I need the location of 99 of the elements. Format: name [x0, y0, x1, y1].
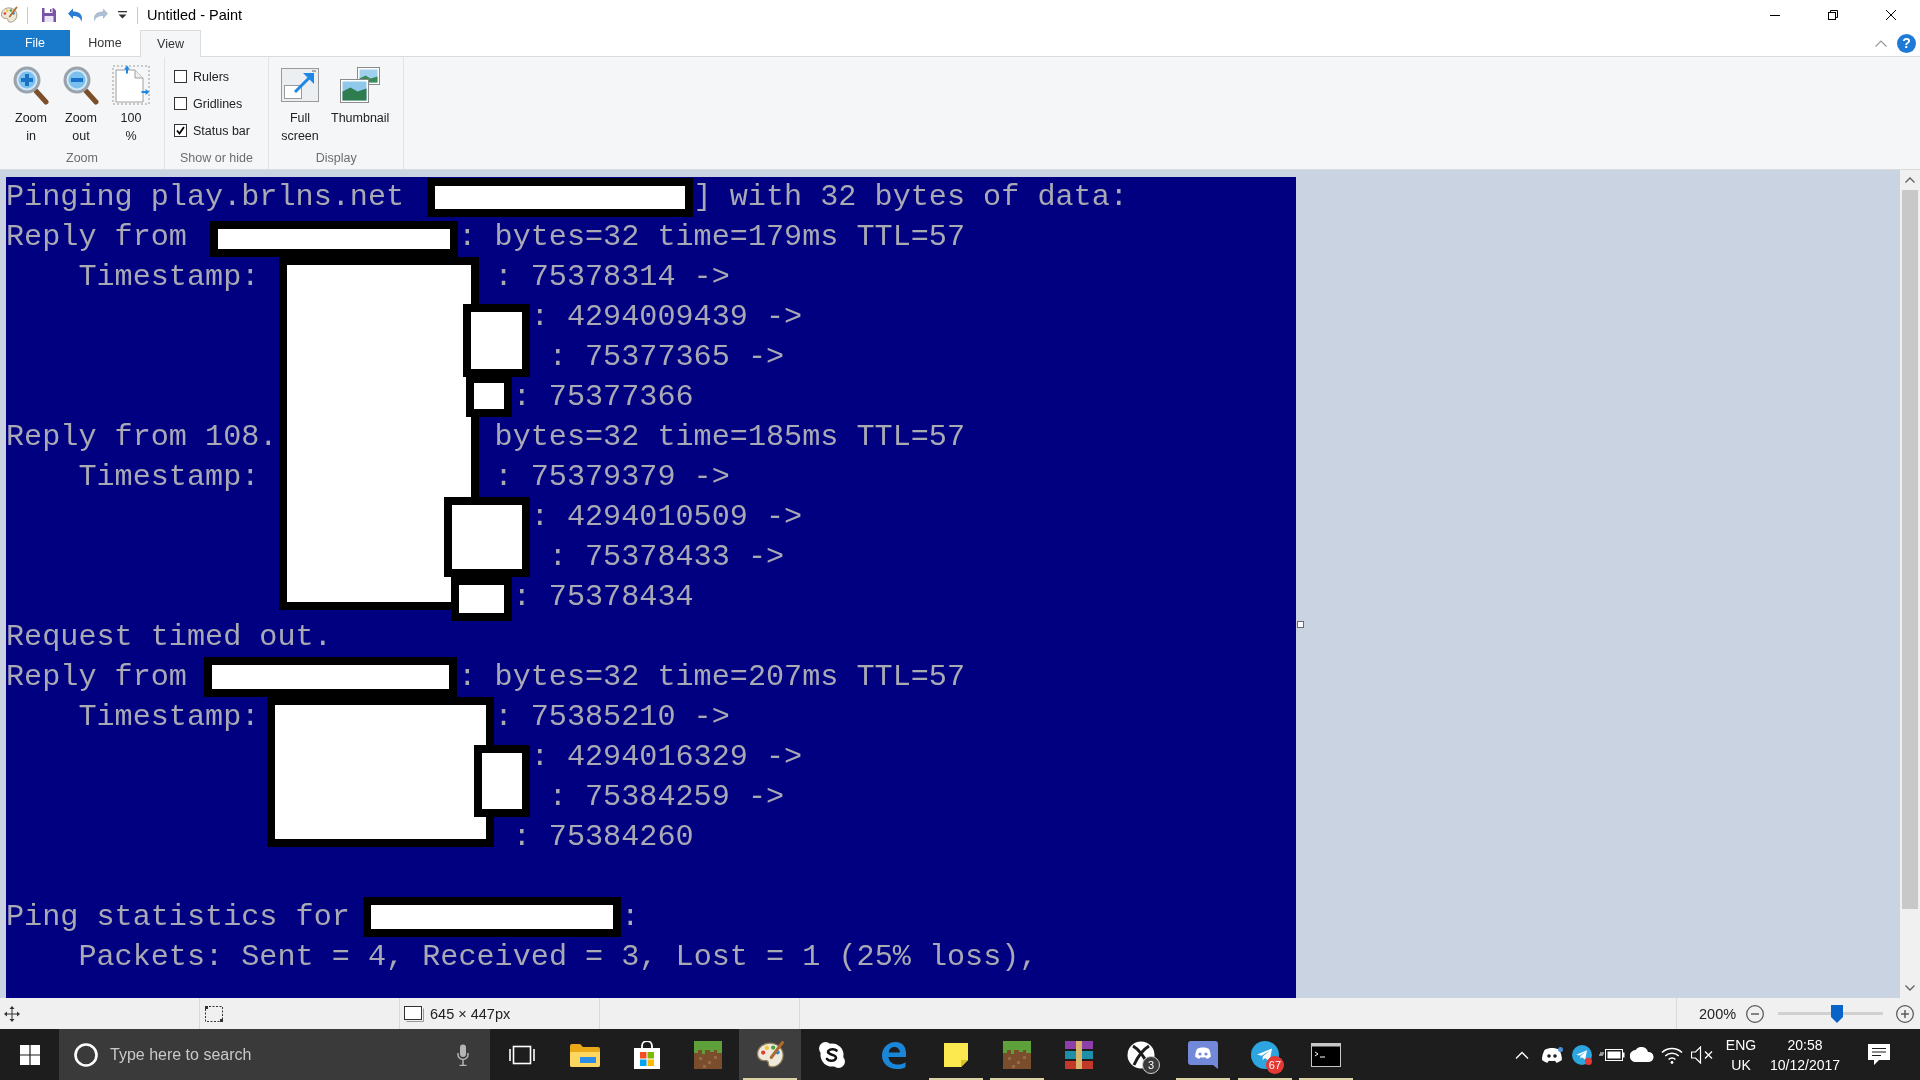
four-panes-icon — [19, 1044, 40, 1065]
redo-icon — [93, 7, 109, 23]
zoom-out-button[interactable]: Zoom out — [58, 65, 104, 147]
plus-circle-icon[interactable] — [1896, 1004, 1915, 1023]
magnifier-plus-icon — [12, 65, 50, 105]
console-text: Packets: Sent = 4, Received = 3, Lost = 1 (25% loss), — [78, 939, 1038, 976]
zoom-in-button[interactable]: Zoom in — [8, 65, 54, 147]
pictures-icon — [340, 67, 381, 103]
grass-block-icon — [694, 1040, 723, 1069]
page-icon — [112, 65, 150, 105]
console-text: Timestamp: — [78, 699, 260, 736]
console-text: : 75378314 -> — [494, 259, 730, 296]
ribbon-tab[interactable]: View — [140, 30, 201, 57]
cloud-icon[interactable] — [1630, 1047, 1654, 1062]
palette-icon — [755, 1039, 786, 1070]
console-text: Request timed out. — [6, 619, 332, 656]
checkbox-label: Status bar — [193, 123, 250, 138]
file-menu-button[interactable]: File — [0, 30, 70, 56]
console-text: : 75384260 — [512, 819, 694, 856]
notifications-icon[interactable] — [1868, 1044, 1890, 1065]
console-text: bytes=32 time=185ms TTL=57 — [494, 419, 966, 456]
microphone-icon[interactable] — [457, 1043, 469, 1066]
checkbox-label: Rulers — [193, 69, 230, 84]
move-icon — [4, 1005, 20, 1022]
scrollbar-thumb[interactable] — [1902, 190, 1918, 909]
thumbnail-button[interactable]: Thumbnail — [327, 65, 394, 147]
circle-icon — [74, 1042, 98, 1067]
console-text: Timestamp: — [78, 259, 260, 296]
battery-icon[interactable] — [1599, 1047, 1625, 1062]
undo-icon — [67, 7, 83, 23]
resize-handle[interactable] — [1297, 621, 1304, 628]
checkbox[interactable] — [174, 70, 187, 83]
window-frames-icon — [509, 1044, 535, 1065]
canvas-size-icon — [404, 1005, 424, 1022]
zoom-level-label: 200% — [1699, 1005, 1737, 1022]
console-text: : bytes=32 time=179ms TTL=57 — [458, 219, 966, 256]
checkbox[interactable] — [174, 124, 187, 137]
console-text: : 4294010509 -> — [530, 499, 803, 536]
ribbon-tab[interactable]: Home — [70, 30, 140, 56]
selection-icon — [205, 1005, 223, 1022]
grass-block-icon — [1003, 1040, 1032, 1069]
language-button[interactable]: ENG UK — [1717, 1029, 1765, 1080]
folder-icon — [569, 1042, 600, 1067]
actual-size-button[interactable]: 100 % — [108, 65, 154, 147]
terminal-icon — [1311, 1042, 1342, 1067]
console-text: Reply from — [6, 659, 187, 696]
scroll-down-icon[interactable] — [1905, 985, 1915, 991]
restore-icon — [1828, 10, 1838, 20]
full-screen-button[interactable]: Full screen — [277, 65, 323, 147]
checkbox-label: Gridlines — [193, 96, 243, 111]
checkbox[interactable] — [174, 97, 187, 110]
console-text: ] with 32 bytes of data: — [693, 179, 1128, 216]
stacked-books-icon — [1064, 1040, 1095, 1069]
minimize-icon — [1770, 14, 1780, 16]
slider-thumb[interactable] — [1830, 1004, 1843, 1023]
console-text: Pinging play.brlns.net — [6, 179, 405, 216]
taskbar-button[interactable] — [739, 1029, 802, 1080]
sticky-note-icon — [943, 1042, 968, 1067]
e-logo-icon — [879, 1040, 908, 1069]
s-logo-icon — [818, 1040, 847, 1069]
minus-circle-icon[interactable] — [1746, 1004, 1765, 1023]
close-icon — [1886, 10, 1896, 20]
caret-icon[interactable] — [118, 11, 127, 19]
magnifier-minus-icon — [62, 65, 100, 105]
chat-logo-icon — [1187, 1040, 1218, 1069]
console-text: : 4294009439 -> — [530, 299, 803, 336]
help-button[interactable]: ? — [1897, 33, 1916, 53]
console-text: : 75379379 -> — [494, 459, 730, 496]
image-size-label: 645 × 447px — [430, 1005, 511, 1022]
console-text: : 75385210 -> — [494, 699, 730, 736]
wifi-icon[interactable] — [1661, 1045, 1683, 1064]
console-text: : 75378433 -> — [548, 539, 785, 576]
vertical-scrollbar[interactable] — [1900, 170, 1920, 998]
notification-badge: 3 — [1142, 1056, 1161, 1074]
speaker-muted-icon[interactable] — [1691, 1045, 1713, 1064]
console-text: Reply from 108. — [6, 419, 278, 456]
game-face-icon[interactable] — [1541, 1046, 1563, 1063]
shopping-bag-icon — [633, 1040, 660, 1069]
console-text: Timestamp: — [78, 459, 260, 496]
console-text: : 75377365 -> — [548, 339, 785, 376]
paper-plane-icon[interactable] — [1572, 1044, 1592, 1065]
console-text: : 4294016329 -> — [530, 739, 803, 776]
console-text: : — [621, 899, 640, 936]
console-text: Reply from — [6, 219, 187, 256]
group-label: Show or hide — [179, 150, 254, 167]
window-title: Untitled - Paint — [147, 7, 243, 23]
taskbar-button[interactable]: 3 — [1110, 1029, 1172, 1080]
scroll-up-icon[interactable] — [1905, 177, 1915, 183]
clock-button[interactable]: 20:58 10/12/2017 — [1765, 1029, 1845, 1080]
console-text: : bytes=32 time=207ms TTL=57 — [458, 659, 966, 696]
group-label: Zoom — [65, 150, 99, 167]
console-text: : 75384259 -> — [548, 779, 785, 816]
checkmark-icon — [176, 126, 185, 135]
palette-icon — [0, 6, 18, 24]
console-text: : 75378434 — [512, 579, 694, 616]
search-field[interactable]: Type here to search — [59, 1029, 490, 1080]
group-label: Display — [314, 150, 358, 167]
console-text: : 75377366 — [512, 379, 694, 416]
console-text: Ping statistics for — [6, 899, 350, 936]
